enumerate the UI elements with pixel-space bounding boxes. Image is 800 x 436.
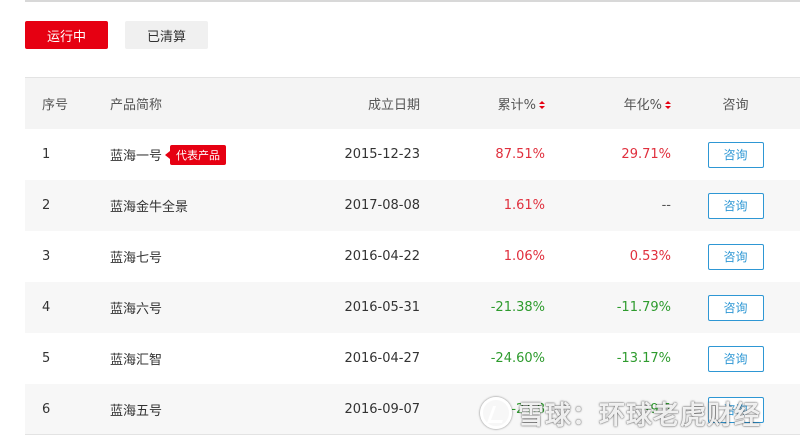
row-action: 咨询 <box>671 243 800 270</box>
product-name[interactable]: 蓝海五号 <box>110 400 162 419</box>
tab-running[interactable]: 运行中 <box>25 21 108 49</box>
product-name[interactable]: 蓝海七号 <box>110 247 162 266</box>
consult-button[interactable]: 咨询 <box>707 243 764 270</box>
bottom-divider <box>25 434 800 435</box>
table-row: 5 蓝海汇智 2016-04-27 -24.60% -13.17% 咨询 <box>25 333 800 384</box>
row-annualized: 0.53% <box>629 249 671 264</box>
table-row: 4 蓝海六号 2016-05-31 -21.38% -11.79% 咨询 <box>25 282 800 333</box>
table-row: 6 蓝海五号 2016-09-07 -21.8 -9.5 咨询 <box>25 384 800 435</box>
row-date: 2016-04-22 <box>344 249 420 264</box>
table-row: 2 蓝海金牛全景 2017-08-08 1.61% -- 咨询 <box>25 180 800 231</box>
row-date: 2015-12-23 <box>344 147 420 162</box>
row-name: 蓝海汇智 <box>85 349 305 368</box>
header-annualized-label: 年化% <box>623 98 662 113</box>
row-name: 蓝海七号 <box>85 247 305 266</box>
row-date: 2016-05-31 <box>344 300 420 315</box>
consult-button[interactable]: 咨询 <box>707 294 764 321</box>
product-list-page: 运行中 已清算 序号 产品简称 成立日期 累计% 年化% 咨询 1 蓝海一号 代… <box>0 0 800 436</box>
consult-button[interactable]: 咨询 <box>707 396 764 423</box>
table-row: 1 蓝海一号 代表产品 2015-12-23 87.51% 29.71% 咨询 <box>25 129 800 180</box>
row-cumulative: 87.51% <box>495 147 545 162</box>
product-name[interactable]: 蓝海金牛全景 <box>110 196 188 215</box>
header-cumulative[interactable]: 累计% <box>420 94 545 113</box>
row-date: 2016-04-27 <box>344 351 420 366</box>
row-index: 2 <box>42 198 51 213</box>
status-tabs: 运行中 已清算 <box>25 21 208 49</box>
consult-button[interactable]: 咨询 <box>707 192 764 219</box>
row-index: 1 <box>42 147 51 162</box>
row-annualized: -11.79% <box>616 300 671 315</box>
sort-icon[interactable] <box>665 100 671 109</box>
row-cumulative: -21.38% <box>490 300 545 315</box>
table-row: 3 蓝海七号 2016-04-22 1.06% 0.53% 咨询 <box>25 231 800 282</box>
consult-button[interactable]: 咨询 <box>707 345 764 372</box>
row-index: 3 <box>42 249 51 264</box>
row-action: 咨询 <box>671 141 800 168</box>
header-name-label: 产品简称 <box>110 98 163 113</box>
row-name: 蓝海一号 代表产品 <box>85 144 305 165</box>
table-header: 序号 产品简称 成立日期 累计% 年化% 咨询 <box>25 77 800 129</box>
row-name: 蓝海金牛全景 <box>85 196 305 215</box>
product-name[interactable]: 蓝海汇智 <box>110 349 162 368</box>
row-annualized: 29.71% <box>621 147 671 162</box>
top-divider <box>25 0 800 2</box>
row-index: 6 <box>42 402 51 417</box>
header-index: 序号 <box>42 98 69 113</box>
row-cumulative: 1.06% <box>503 249 545 264</box>
row-name: 蓝海六号 <box>85 298 305 317</box>
header-annualized[interactable]: 年化% <box>545 94 671 113</box>
product-name[interactable]: 蓝海一号 <box>110 145 162 164</box>
row-index: 4 <box>42 300 51 315</box>
row-annualized: -- <box>661 198 671 213</box>
row-cumulative: 1.61% <box>503 198 545 213</box>
header-date: 成立日期 <box>367 98 420 113</box>
row-name: 蓝海五号 <box>85 400 305 419</box>
row-action: 咨询 <box>671 345 800 372</box>
header-name: 产品简称 <box>85 94 305 113</box>
product-table: 序号 产品简称 成立日期 累计% 年化% 咨询 1 蓝海一号 代表产品 2015… <box>25 77 800 435</box>
row-annualized: -13.17% <box>616 351 671 366</box>
row-index: 5 <box>42 351 51 366</box>
row-annualized: -9.5 <box>645 402 671 417</box>
row-action: 咨询 <box>671 396 800 423</box>
sort-icon[interactable] <box>539 100 545 109</box>
header-consult: 咨询 <box>722 98 749 113</box>
tab-cleared[interactable]: 已清算 <box>125 21 208 49</box>
row-cumulative: -21.8 <box>511 402 545 417</box>
header-cumulative-label: 累计% <box>497 98 536 113</box>
row-action: 咨询 <box>671 294 800 321</box>
consult-button[interactable]: 咨询 <box>707 141 764 168</box>
row-cumulative: -24.60% <box>490 351 545 366</box>
row-date: 2016-09-07 <box>344 402 420 417</box>
row-date: 2017-08-08 <box>344 198 420 213</box>
product-name[interactable]: 蓝海六号 <box>110 298 162 317</box>
featured-badge: 代表产品 <box>165 144 227 165</box>
row-action: 咨询 <box>671 192 800 219</box>
